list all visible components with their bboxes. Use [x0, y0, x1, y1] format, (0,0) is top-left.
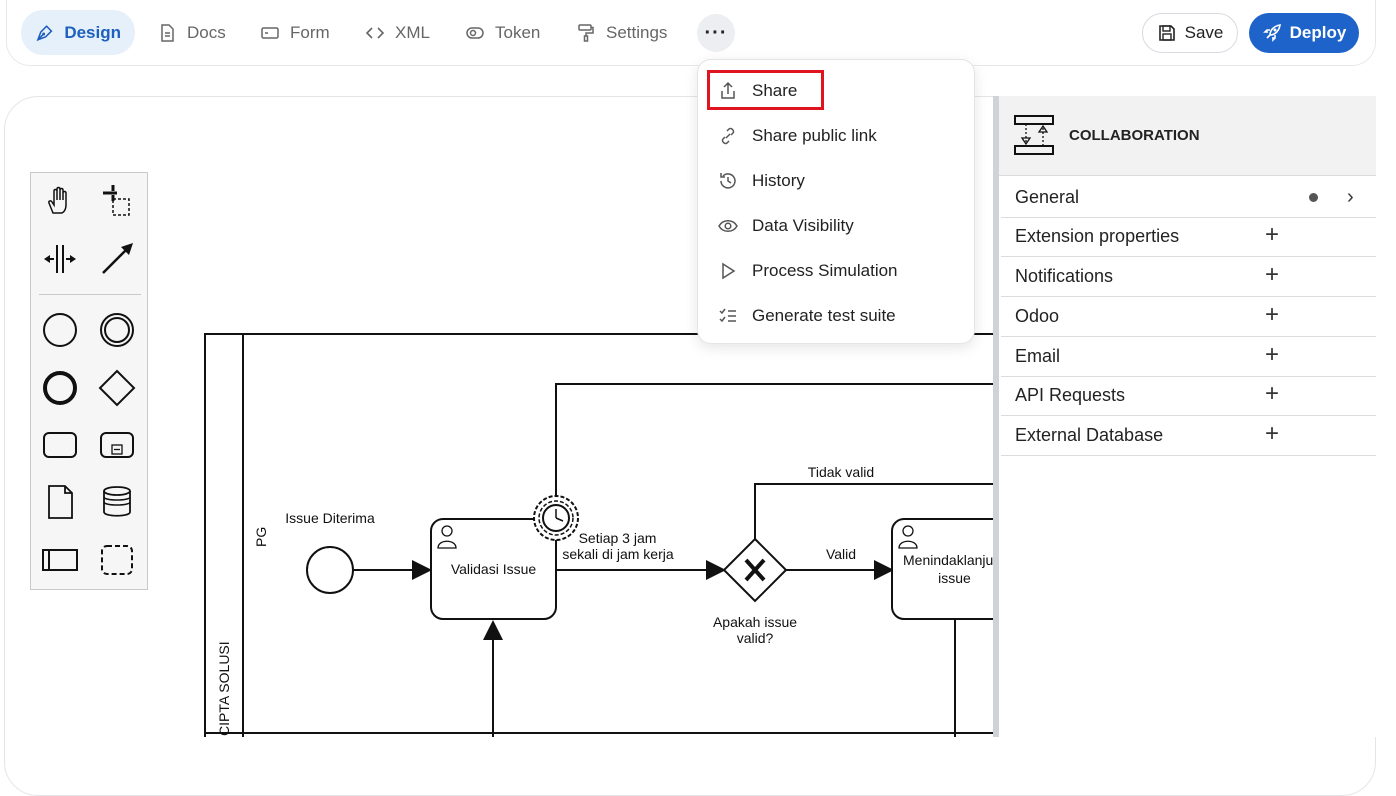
checklist-icon — [719, 308, 736, 323]
space-tool-icon[interactable] — [40, 239, 80, 279]
menu-item-generate-test-suite[interactable]: Generate test suite — [708, 296, 966, 336]
start-event-icon[interactable] — [40, 310, 80, 350]
tab-label: Docs — [187, 22, 226, 42]
menu-item-process-simulation[interactable]: Process Simulation — [708, 251, 966, 291]
pool-label: CIPTA SOLUSI — [216, 641, 232, 736]
task-validasi-label: Validasi Issue — [450, 561, 537, 577]
group-label: Odoo — [1015, 306, 1060, 326]
tab-label: Token — [495, 22, 541, 42]
group-label: General — [1015, 187, 1080, 207]
plus-icon[interactable]: + — [1265, 263, 1279, 287]
collaboration-icon — [1014, 115, 1054, 155]
plus-icon[interactable]: + — [1265, 303, 1279, 327]
group-email[interactable]: Email + — [1001, 337, 1376, 377]
group-label: Email — [1015, 346, 1061, 366]
chevron-right-icon: › — [1347, 186, 1354, 208]
panel-title: COLLABORATION — [1069, 127, 1200, 144]
token-icon — [466, 26, 484, 39]
task-follow-label-1: Menindaklanju — [903, 552, 993, 568]
link-icon — [721, 127, 735, 145]
menu-item-label: Data Visibility — [752, 216, 854, 235]
end-event-icon[interactable] — [40, 368, 80, 408]
connect-tool-icon[interactable] — [97, 239, 137, 279]
timer-label-1: Setiap 3 jam — [578, 530, 657, 546]
menu-item-label: Generate test suite — [752, 306, 896, 325]
intermediate-event-icon[interactable] — [97, 310, 137, 350]
menu-item-label: History — [752, 171, 805, 190]
plus-icon[interactable]: + — [1265, 422, 1279, 446]
group-external-database[interactable]: External Database + — [1001, 416, 1376, 456]
palette-divider — [39, 294, 141, 295]
menu-item-history[interactable]: History — [708, 161, 966, 201]
gateway-label-2: valid? — [736, 630, 774, 646]
flow-invalid-label: Tidak valid — [807, 464, 875, 480]
play-icon — [722, 262, 736, 280]
tab-settings[interactable]: Settings — [562, 10, 681, 55]
group-label: External Database — [1015, 425, 1164, 445]
menu-item-label: Share public link — [752, 126, 877, 145]
data-object-icon[interactable] — [40, 482, 80, 522]
save-button[interactable]: Save — [1142, 13, 1238, 53]
panel-header: COLLABORATION — [999, 96, 1376, 176]
menu-item-share-public-link[interactable]: Share public link — [708, 116, 966, 156]
group-general[interactable]: General › — [1001, 178, 1376, 218]
task-icon[interactable] — [40, 425, 80, 465]
pen-icon — [36, 24, 53, 41]
more-options-button[interactable]: ··· — [697, 14, 735, 52]
flow-valid-label: Valid — [825, 546, 857, 562]
group-icon[interactable] — [97, 540, 137, 580]
menu-item-data-visibility[interactable]: Data Visibility — [708, 206, 966, 246]
document-icon — [161, 23, 174, 42]
hand-tool-icon[interactable] — [40, 181, 80, 221]
tab-token[interactable]: Token — [451, 10, 554, 55]
pool-icon[interactable] — [40, 540, 80, 580]
tab-label: Settings — [606, 22, 668, 42]
tab-label: Form — [290, 22, 330, 42]
tab-design[interactable]: Design — [21, 10, 135, 55]
gateway-label-1: Apakah issue — [712, 614, 798, 630]
group-extension-properties[interactable]: Extension properties + — [1001, 217, 1376, 257]
subprocess-icon[interactable] — [97, 425, 137, 465]
code-icon — [365, 26, 385, 39]
lasso-tool-icon[interactable] — [97, 181, 137, 221]
tool-palette — [30, 172, 148, 590]
paint-roller-icon — [578, 23, 594, 42]
deploy-label: Deploy — [1289, 23, 1347, 42]
changed-indicator-icon — [1309, 193, 1318, 202]
timer-label-2: sekali di jam kerja — [562, 546, 674, 562]
start-event — [306, 546, 354, 594]
properties-panel: COLLABORATION General › Extension proper… — [993, 96, 1376, 737]
form-icon — [261, 26, 279, 39]
ellipsis-icon: ··· — [704, 21, 728, 44]
gateway-icon[interactable] — [97, 368, 137, 408]
plus-icon[interactable]: + — [1265, 343, 1279, 367]
group-label: API Requests — [1015, 385, 1126, 405]
menu-item-label: Process Simulation — [752, 261, 898, 280]
tab-docs[interactable]: Docs — [143, 10, 240, 55]
data-store-icon[interactable] — [97, 482, 137, 522]
tab-label: XML — [395, 22, 430, 42]
lane-label: PG — [253, 527, 269, 547]
tab-label: Design — [64, 22, 121, 42]
plus-icon[interactable]: + — [1265, 223, 1279, 247]
floppy-icon — [1158, 25, 1175, 41]
tab-xml[interactable]: XML — [351, 10, 444, 55]
group-notifications[interactable]: Notifications + — [1001, 257, 1376, 297]
group-label: Notifications — [1015, 266, 1114, 286]
history-icon — [720, 173, 736, 189]
tab-form[interactable]: Form — [246, 10, 344, 55]
group-label: Extension properties — [1015, 226, 1180, 246]
plus-icon[interactable]: + — [1265, 382, 1279, 406]
group-odoo[interactable]: Odoo + — [1001, 297, 1376, 337]
deploy-button[interactable]: Deploy — [1249, 13, 1359, 53]
eye-icon — [718, 220, 738, 232]
save-label: Save — [1184, 23, 1224, 42]
group-api-requests[interactable]: API Requests + — [1001, 376, 1376, 416]
start-event-label: Issue Diterima — [285, 510, 375, 526]
share-highlight-box — [707, 70, 824, 110]
exclusive-gateway — [722, 537, 788, 603]
rocket-icon — [1262, 24, 1281, 42]
